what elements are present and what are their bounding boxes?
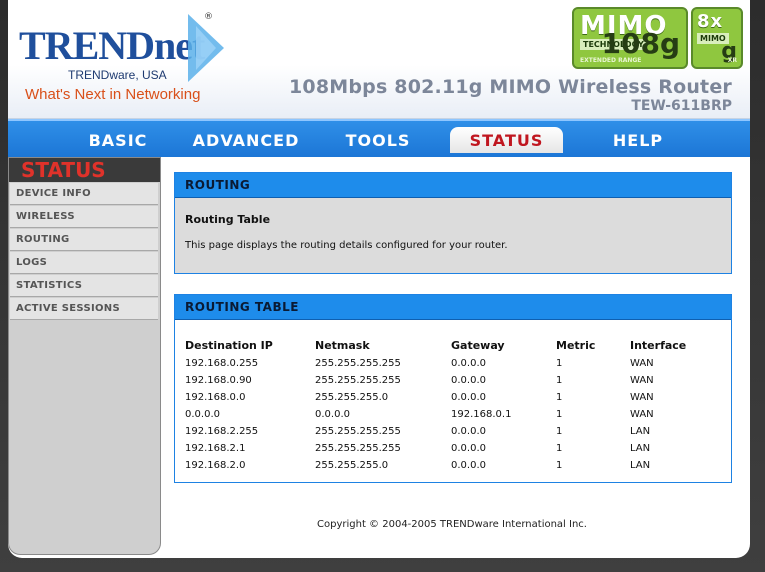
header: TRENDnet ® TRENDware, USA What's Next in… — [8, 0, 750, 119]
cell-interface: WAN — [630, 392, 654, 403]
router-admin-window: TRENDnet ® TRENDware, USA What's Next in… — [8, 0, 750, 558]
cell-interface: LAN — [630, 426, 651, 437]
badge-xr-text: XR — [727, 57, 737, 64]
badge-108g-text: 108g — [601, 27, 681, 60]
cell-metric: 1 — [556, 375, 563, 386]
cell-gateway: 0.0.0.0 — [451, 358, 486, 369]
routing-panel-title: Routing Table — [185, 213, 271, 226]
cell-interface: WAN — [630, 409, 654, 420]
badge-8x-text: 8x — [697, 11, 724, 32]
registered-mark: ® — [204, 12, 213, 22]
cell-netmask: 255.255.255.255 — [315, 358, 401, 369]
cell-destination-ip: 192.168.0.90 — [185, 375, 252, 386]
trendnet-logo: TRENDnet — [19, 23, 205, 68]
sidebar-item-logs[interactable]: LOGS — [10, 252, 158, 274]
nav-tab-status[interactable]: STATUS — [450, 127, 563, 153]
column-header-metric: Metric — [556, 338, 596, 352]
cell-metric: 1 — [556, 409, 563, 420]
nav-tab-help[interactable]: HELP — [580, 127, 696, 153]
routing-panel-description: This page displays the routing details c… — [185, 240, 508, 251]
sidebar-title: STATUS — [9, 158, 160, 182]
table-row: 192.168.2.1 255.255.255.255 0.0.0.0 1 LA… — [183, 440, 720, 457]
table-row: 192.168.0.0 255.255.255.0 0.0.0.0 1 WAN — [183, 389, 720, 406]
sidebar-item-active-sessions[interactable]: ACTIVE SESSIONS — [10, 298, 158, 320]
cell-metric: 1 — [556, 358, 563, 369]
routing-table: Destination IP Netmask Gateway Metric In… — [183, 335, 720, 474]
sidebar-item-routing[interactable]: ROUTING — [10, 229, 158, 251]
routing-table-panel: ROUTING TABLE Destination IP Netmask Gat… — [174, 294, 732, 483]
table-header-row: Destination IP Netmask Gateway Metric In… — [183, 335, 720, 355]
cell-destination-ip: 192.168.0.255 — [185, 358, 259, 369]
column-header-destination-ip: Destination IP — [185, 338, 273, 352]
cell-netmask: 255.255.255.255 — [315, 443, 401, 454]
column-header-gateway: Gateway — [451, 338, 505, 352]
nav-tab-tools[interactable]: TOOLS — [324, 127, 432, 153]
routing-table-header: ROUTING TABLE — [175, 295, 731, 320]
copyright-text: Copyright © 2004-2005 TRENDware Internat… — [317, 519, 587, 530]
cell-metric: 1 — [556, 392, 563, 403]
table-row: 0.0.0.0 0.0.0.0 192.168.0.1 1 WAN — [183, 406, 720, 423]
sidebar-item-wireless[interactable]: WIRELESS — [10, 206, 158, 228]
column-header-netmask: Netmask — [315, 338, 370, 352]
nav-tab-advanced[interactable]: ADVANCED — [180, 127, 312, 153]
cell-gateway: 0.0.0.0 — [451, 443, 486, 454]
table-row: 192.168.2.255 255.255.255.255 0.0.0.0 1 … — [183, 423, 720, 440]
cell-interface: LAN — [630, 460, 651, 471]
slogan: What's Next in Networking — [25, 86, 201, 103]
nav-tab-basic[interactable]: BASIC — [63, 127, 173, 153]
table-row: 192.168.0.90 255.255.255.255 0.0.0.0 1 W… — [183, 372, 720, 389]
sidebar: STATUS DEVICE INFO WIRELESS ROUTING LOGS… — [8, 157, 161, 555]
cell-gateway: 0.0.0.0 — [451, 375, 486, 386]
cell-gateway: 0.0.0.0 — [451, 460, 486, 471]
main-nav: BASIC ADVANCED TOOLS STATUS HELP — [8, 119, 750, 157]
product-name: 108Mbps 802.11g MIMO Wireless Router — [289, 76, 732, 98]
cell-metric: 1 — [556, 443, 563, 454]
cell-interface: WAN — [630, 358, 654, 369]
cell-destination-ip: 192.168.2.0 — [185, 460, 246, 471]
8x-mimo-badge: 8x MIMO g XR — [691, 7, 743, 69]
column-header-interface: Interface — [630, 338, 687, 352]
cell-interface: LAN — [630, 443, 651, 454]
cell-netmask: 255.255.255.255 — [315, 426, 401, 437]
cell-destination-ip: 192.168.2.255 — [185, 426, 259, 437]
cell-netmask: 255.255.255.0 — [315, 392, 389, 403]
routing-panel-header: ROUTING — [175, 173, 731, 198]
table-row: 192.168.2.0 255.255.255.0 0.0.0.0 1 LAN — [183, 457, 720, 474]
logo-triangle-icon — [188, 14, 224, 82]
cell-destination-ip: 0.0.0.0 — [185, 409, 220, 420]
mimo-technology-badge: MIMO TECHNOLOGY 108g EXTENDED RANGE — [572, 7, 688, 69]
cell-metric: 1 — [556, 426, 563, 437]
sidebar-item-device-info[interactable]: DEVICE INFO — [10, 183, 158, 205]
routing-info-panel: ROUTING Routing Table This page displays… — [174, 172, 732, 274]
badge-extended-range-text: EXTENDED RANGE — [580, 57, 642, 64]
cell-gateway: 0.0.0.0 — [451, 392, 486, 403]
table-row: 192.168.0.255 255.255.255.255 0.0.0.0 1 … — [183, 355, 720, 372]
cell-gateway: 0.0.0.0 — [451, 426, 486, 437]
cell-netmask: 255.255.255.255 — [315, 375, 401, 386]
cell-netmask: 0.0.0.0 — [315, 409, 350, 420]
cell-gateway: 192.168.0.1 — [451, 409, 512, 420]
cell-destination-ip: 192.168.0.0 — [185, 392, 246, 403]
sub-brand: TRENDware, USA — [68, 68, 167, 82]
sidebar-item-statistics[interactable]: STATISTICS — [10, 275, 158, 297]
model-number: TEW-611BRP — [631, 98, 732, 114]
cell-netmask: 255.255.255.0 — [315, 460, 389, 471]
cell-destination-ip: 192.168.2.1 — [185, 443, 246, 454]
cell-interface: WAN — [630, 375, 654, 386]
cell-metric: 1 — [556, 460, 563, 471]
